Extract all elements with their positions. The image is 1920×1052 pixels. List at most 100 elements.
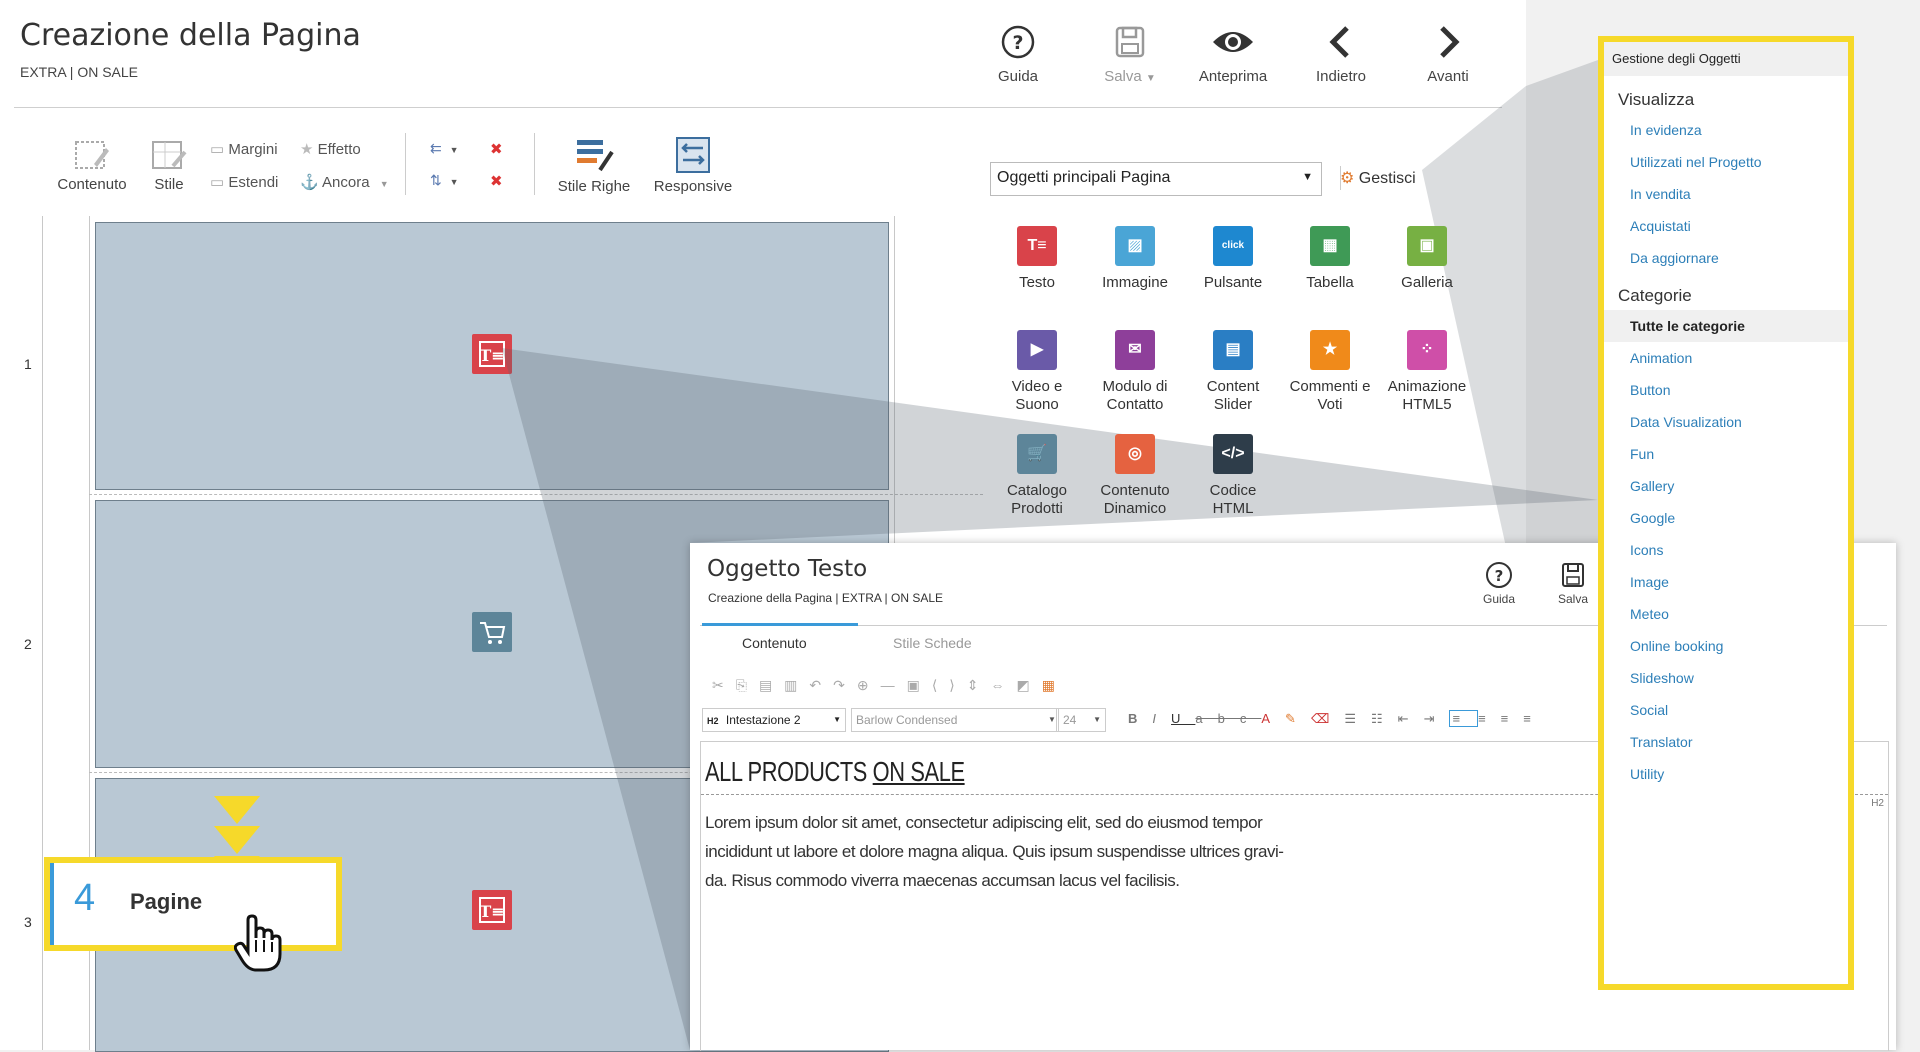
tab-content[interactable]: Contenuto xyxy=(742,635,807,651)
object-tile[interactable]: ▤ Content Slider xyxy=(1184,330,1282,414)
italic-icon[interactable]: I xyxy=(1152,711,1171,726)
globe-icon: ◎ xyxy=(1115,434,1155,474)
copy-icon[interactable]: ⎘ xyxy=(736,677,759,693)
object-tile[interactable]: ▶ Video e Suono xyxy=(988,330,1086,414)
align-center-icon[interactable]: ≡ xyxy=(1478,711,1501,726)
category-item[interactable]: Translator xyxy=(1604,726,1848,758)
view-item[interactable]: In vendita xyxy=(1604,178,1848,210)
strikethrough-icon[interactable]: abc xyxy=(1195,711,1261,726)
object-tile[interactable]: ▣ Galleria xyxy=(1378,226,1476,292)
font-family-value: Barlow Condensed xyxy=(856,713,958,727)
horizontal-rule-icon[interactable]: — xyxy=(881,677,907,693)
justify-icon[interactable]: ≡ xyxy=(1523,711,1546,726)
highlight-icon[interactable]: ✎ xyxy=(1285,711,1311,726)
spacing-icon[interactable]: ⇕ xyxy=(967,677,991,693)
category-item[interactable]: Icons xyxy=(1604,534,1848,566)
star-icon: ★ xyxy=(1310,330,1350,370)
active-tab-indicator xyxy=(702,623,858,626)
outdent-icon[interactable]: ⇤ xyxy=(1398,711,1424,726)
paste-text-icon[interactable]: ▥ xyxy=(784,677,809,693)
tab-style[interactable]: Stile Schede xyxy=(893,635,972,651)
help-circle-icon: ? xyxy=(1486,562,1512,588)
heading-underlined: ON SALE xyxy=(872,756,965,787)
slider-icon: ▤ xyxy=(1213,330,1253,370)
paste-icon[interactable]: ▤ xyxy=(759,677,784,693)
paragraph-line: Lorem ipsum dolor sit amet, consectetur … xyxy=(705,813,1263,832)
object-tile[interactable]: ⁘ Animazione HTML5 xyxy=(1378,330,1476,414)
category-item[interactable]: Social xyxy=(1604,694,1848,726)
align-left-icon[interactable]: ≡ xyxy=(1449,710,1479,727)
help-button[interactable]: ? Guida xyxy=(1476,561,1522,606)
object-tile[interactable]: ◎ Contenuto Dinamico xyxy=(1086,434,1184,518)
category-item[interactable]: Tutte le categorie xyxy=(1604,310,1848,342)
svg-text:?: ? xyxy=(1495,567,1504,585)
align-right-icon[interactable]: ≡ xyxy=(1501,711,1524,726)
object-tile[interactable]: click Pulsante xyxy=(1184,226,1282,292)
category-item[interactable]: Utility xyxy=(1604,758,1848,790)
resize-icon[interactable]: ⇔ xyxy=(991,677,1017,693)
object-tile[interactable]: T≡ Testo xyxy=(988,226,1086,292)
view-item[interactable]: In evidenza xyxy=(1604,114,1848,146)
category-item[interactable]: Data Visualization xyxy=(1604,406,1848,438)
font-family-select[interactable]: Barlow Condensed ▼ xyxy=(851,708,1059,732)
object-tile[interactable]: ★ Commenti e Voti xyxy=(1281,330,1379,414)
objects-manager-header: Gestione degli Oggetti xyxy=(1604,42,1848,76)
text-color-icon[interactable]: A xyxy=(1261,711,1285,726)
object-label: Catalogo Prodotti xyxy=(1006,482,1068,517)
object-tile[interactable]: 🛒 Catalogo Prodotti xyxy=(988,434,1086,518)
chevron-down-icon: ▼ xyxy=(833,715,841,724)
table-icon: ▦ xyxy=(1310,226,1350,266)
undo-icon[interactable]: ↶ xyxy=(809,677,833,693)
category-list: Tutte le categorie Animation Button Data… xyxy=(1604,310,1848,790)
category-item[interactable]: Image xyxy=(1604,566,1848,598)
editor-toolbar-row2: BIUabcA✎⌫☰☷⇤⇥ ≡ ≡≡≡ xyxy=(1128,710,1546,727)
objects-manager-panel: Gestione degli Oggetti Visualizza In evi… xyxy=(1598,36,1854,990)
category-item[interactable]: Meteo xyxy=(1604,598,1848,630)
save-button[interactable]: Salva xyxy=(1550,561,1596,606)
view-item[interactable]: Acquistati xyxy=(1604,210,1848,242)
object-tile[interactable]: </> Codice HTML xyxy=(1184,434,1282,518)
underline-icon[interactable]: U xyxy=(1171,711,1195,726)
contrast-icon[interactable]: ◩ xyxy=(1017,677,1042,693)
bullet-list-icon[interactable]: ☰ xyxy=(1344,711,1371,726)
cut-icon[interactable]: ✂ xyxy=(712,677,736,693)
object-label: Video e Suono xyxy=(1011,378,1063,413)
bold-icon[interactable]: B xyxy=(1128,711,1152,726)
view-item[interactable]: Da aggiornare xyxy=(1604,242,1848,274)
chevron-down-icon: ▼ xyxy=(1093,715,1101,724)
save-label: Salva xyxy=(1557,592,1589,606)
object-tile[interactable]: ▨ Immagine xyxy=(1086,226,1184,292)
object-label: Contenuto Dinamico xyxy=(1100,482,1170,517)
object-label: Pulsante xyxy=(1203,274,1263,291)
callout-accent-bar xyxy=(50,863,54,945)
object-label: Tabella xyxy=(1306,274,1354,291)
indent-icon[interactable]: ⇥ xyxy=(1424,711,1450,726)
category-item[interactable]: Button xyxy=(1604,374,1848,406)
font-size-value: 24 xyxy=(1063,713,1077,727)
image-icon: ▨ xyxy=(1115,226,1155,266)
numbered-list-icon[interactable]: ☷ xyxy=(1371,711,1398,726)
font-size-select[interactable]: 24 ▼ xyxy=(1056,708,1106,732)
source-icon[interactable]: ⟨⟩ xyxy=(932,677,967,693)
link-icon[interactable]: ⊕ xyxy=(857,677,881,693)
category-item[interactable]: Animation xyxy=(1604,342,1848,374)
clear-format-icon[interactable]: ⌫ xyxy=(1311,711,1344,726)
category-item[interactable]: Fun xyxy=(1604,438,1848,470)
editor-toolbar-row1: ✂⎘▤▥↶↷⊕—▣⟨⟩⇕⇔◩▦ xyxy=(712,677,1067,694)
category-item[interactable]: Gallery xyxy=(1604,470,1848,502)
category-item[interactable]: Google xyxy=(1604,502,1848,534)
object-tile[interactable]: ✉ Modulo di Contatto xyxy=(1086,330,1184,414)
special-icon[interactable]: ▦ xyxy=(1042,677,1067,693)
redo-icon[interactable]: ↷ xyxy=(833,677,857,693)
pages-callout[interactable]: 4 Pagine xyxy=(44,857,342,951)
object-tile[interactable]: ▦ Tabella xyxy=(1281,226,1379,292)
heading-text: ALL PRODUCTS xyxy=(705,756,873,787)
view-item[interactable]: Utilizzati nel Progetto xyxy=(1604,146,1848,178)
image-insert-icon[interactable]: ▣ xyxy=(907,677,932,693)
category-item[interactable]: Slideshow xyxy=(1604,662,1848,694)
category-item[interactable]: Online booking xyxy=(1604,630,1848,662)
section-title: Categorie xyxy=(1618,286,1692,305)
save-icon xyxy=(1562,563,1584,587)
heading-style-select[interactable]: H2 Intestazione 2 ▼ xyxy=(702,708,846,732)
help-label: Guida xyxy=(1482,592,1516,606)
